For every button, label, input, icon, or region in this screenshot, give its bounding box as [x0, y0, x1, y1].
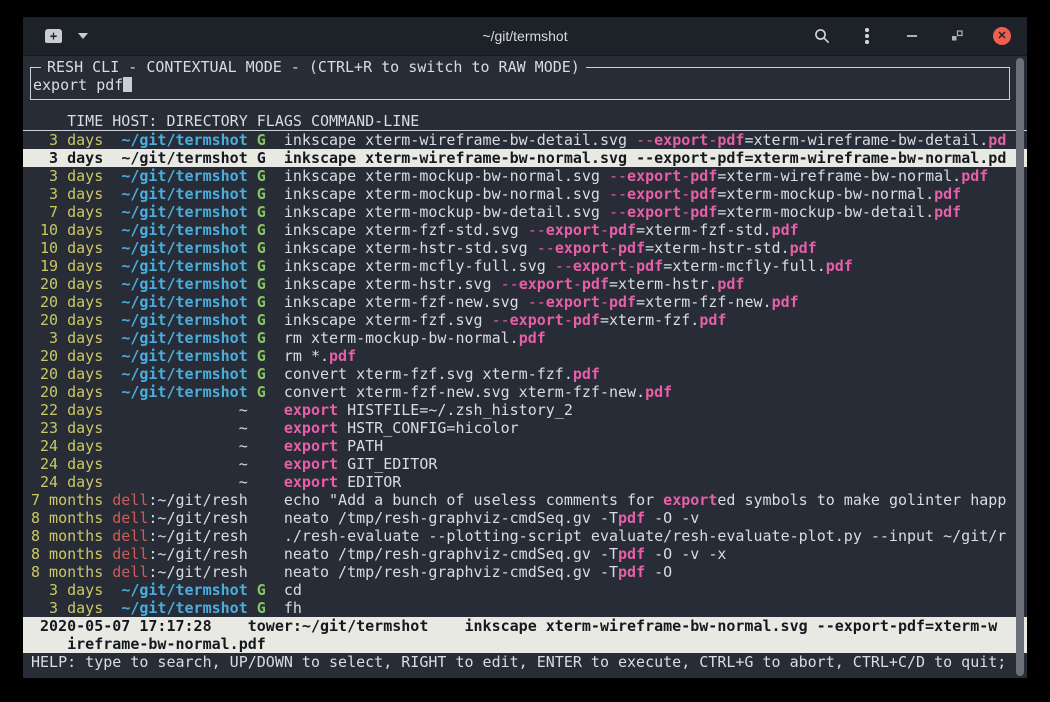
history-row[interactable]: 3 days ~/git/termshot G cd	[23, 581, 1027, 599]
history-row[interactable]: 10 days ~/git/termshot G inkscape xterm-…	[23, 221, 1027, 239]
chevron-down-icon[interactable]	[78, 33, 88, 39]
history-row[interactable]: 20 days ~/git/termshot G inkscape xterm-…	[23, 311, 1027, 329]
new-tab-icon: +	[50, 30, 57, 42]
history-row[interactable]: 8 months dell:~/git/resh neato /tmp/resh…	[23, 545, 1027, 563]
history-row[interactable]: 20 days ~/git/termshot G convert xterm-f…	[23, 365, 1027, 383]
history-row[interactable]: 3 days ~/git/termshot G rm xterm-mockup-…	[23, 329, 1027, 347]
history-row[interactable]: 20 days ~/git/termshot G convert xterm-f…	[23, 383, 1027, 401]
history-row[interactable]: 19 days ~/git/termshot G inkscape xterm-…	[23, 257, 1027, 275]
history-table-header: TIME HOST: DIRECTORY FLAGS COMMAND-LINE	[23, 112, 1027, 131]
text-cursor	[123, 77, 132, 92]
minimize-button[interactable]	[903, 27, 921, 45]
kebab-menu-icon	[865, 28, 869, 44]
history-row[interactable]: 20 days ~/git/termshot G inkscape xterm-…	[23, 293, 1027, 311]
history-row[interactable]: 3 days ~/git/termshot G inkscape xterm-m…	[23, 185, 1027, 203]
history-list: 3 days ~/git/termshot G inkscape xterm-w…	[23, 131, 1027, 617]
help-bar: HELP: type to search, UP/DOWN to select,…	[23, 653, 1027, 671]
restore-button[interactable]	[948, 27, 966, 45]
close-icon: ✕	[997, 31, 1006, 42]
search-panel: RESH CLI - CONTEXTUAL MODE - (CTRL+R to …	[30, 67, 1010, 100]
search-button[interactable]	[813, 27, 831, 45]
history-row[interactable]: 24 days ~ export EDITOR	[23, 473, 1027, 491]
restore-icon	[951, 30, 963, 42]
minimize-icon	[907, 35, 917, 37]
close-button[interactable]: ✕	[993, 27, 1011, 45]
terminal[interactable]: RESH CLI - CONTEXTUAL MODE - (CTRL+R to …	[23, 56, 1027, 678]
terminal-window: + ~/git/termshot ✕ RESH CLI - CO	[23, 17, 1027, 678]
history-row[interactable]: 23 days ~ export HSTR_CONFIG=hicolor	[23, 419, 1027, 437]
search-input[interactable]: export pdf	[31, 76, 1009, 94]
titlebar: + ~/git/termshot ✕	[23, 17, 1027, 56]
history-row[interactable]: 8 months dell:~/git/resh ./resh-evaluate…	[23, 527, 1027, 545]
history-row[interactable]: 20 days ~/git/termshot G inkscape xterm-…	[23, 275, 1027, 293]
history-row[interactable]: 3 days ~/git/termshot G inkscape xterm-w…	[23, 131, 1027, 149]
history-row[interactable]: 24 days ~ export PATH	[23, 437, 1027, 455]
search-icon	[814, 28, 830, 44]
new-tab-button[interactable]: +	[45, 29, 62, 43]
history-row[interactable]: 8 months dell:~/git/resh neato /tmp/resh…	[23, 509, 1027, 527]
history-row-selected[interactable]: 3 days ~/git/termshot G inkscape xterm-w…	[23, 149, 1027, 167]
history-row[interactable]: 7 days ~/git/termshot G inkscape xterm-m…	[23, 203, 1027, 221]
detail-line: ireframe-bw-normal.pdf	[23, 635, 1027, 653]
history-row[interactable]: 3 days ~/git/termshot G inkscape xterm-m…	[23, 167, 1027, 185]
menu-button[interactable]	[858, 27, 876, 45]
history-row[interactable]: 10 days ~/git/termshot G inkscape xterm-…	[23, 239, 1027, 257]
history-row[interactable]: 22 days ~ export HISTFILE=~/.zsh_history…	[23, 401, 1027, 419]
scrollbar[interactable]	[1016, 58, 1024, 676]
detail-line: 2020-05-07 17:17:28 tower:~/git/termshot…	[23, 617, 1027, 635]
history-row[interactable]: 8 months dell:~/git/resh neato /tmp/resh…	[23, 563, 1027, 581]
window-title: ~/git/termshot	[482, 28, 567, 44]
history-row[interactable]: 7 months dell:~/git/resh echo "Add a bun…	[23, 491, 1027, 509]
history-row[interactable]: 3 days ~/git/termshot G fh	[23, 599, 1027, 617]
search-query: export pdf	[33, 76, 123, 94]
history-row[interactable]: 20 days ~/git/termshot G rm *.pdf	[23, 347, 1027, 365]
selected-entry-detail: 2020-05-07 17:17:28 tower:~/git/termshot…	[23, 617, 1027, 653]
search-panel-title: RESH CLI - CONTEXTUAL MODE - (CTRL+R to …	[41, 58, 586, 76]
history-row[interactable]: 24 days ~ export GIT_EDITOR	[23, 455, 1027, 473]
